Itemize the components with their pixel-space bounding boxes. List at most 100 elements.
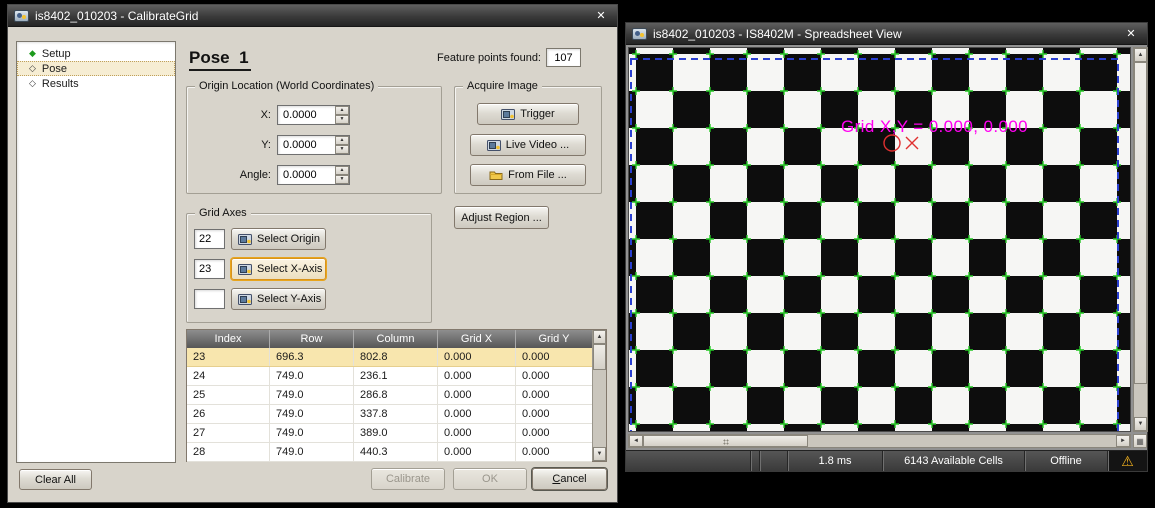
feature-points-label: Feature points found: — [405, 52, 541, 64]
spin-up-icon[interactable]: ▲ — [335, 136, 349, 145]
tree-label-setup: Setup — [42, 48, 71, 60]
cell-row: 749.0 — [270, 405, 354, 423]
calibrate-button: Calibrate — [371, 468, 445, 490]
ok-button: OK — [453, 468, 527, 490]
scroll-left-icon[interactable]: ◄ — [629, 435, 643, 447]
checkerboard-calibration-target — [629, 48, 1131, 432]
table-row[interactable]: 24 749.0 236.1 0.000 0.000 — [187, 367, 592, 386]
spin-up-icon[interactable]: ▲ — [335, 106, 349, 115]
grid-icon: ▦ — [1136, 437, 1144, 446]
camera-image[interactable]: Grid X,Y = 0.000, 0.000 — [628, 47, 1131, 432]
scrollbar-track — [808, 435, 1116, 447]
cell-grid-x: 0.000 — [438, 386, 516, 404]
calibrate-label: Calibrate — [386, 473, 430, 485]
cell-index: 24 — [187, 367, 270, 385]
cell-row: 749.0 — [270, 386, 354, 404]
cell-grid-y: 0.000 — [516, 367, 592, 385]
scrollbar-track — [1134, 384, 1147, 417]
tree-label-results: Results — [42, 78, 79, 90]
spin-down-icon[interactable]: ▼ — [335, 145, 349, 154]
from-file-button[interactable]: From File ... — [470, 164, 586, 186]
col-header-grid-x: Grid X — [438, 330, 516, 348]
status-available-cells: 6143 Available Cells — [882, 451, 1024, 471]
table-header: Index Row Column Grid X Grid Y — [187, 330, 592, 348]
scroll-down-icon[interactable]: ▼ — [1134, 417, 1147, 431]
cell-row: 749.0 — [270, 443, 354, 461]
adjust-region-button[interactable]: Adjust Region ... — [454, 206, 549, 229]
view-title: is8402_010203 - IS8402M - Spreadsheet Vi… — [653, 27, 1115, 41]
clear-all-button[interactable]: Clear All — [19, 469, 92, 490]
table-row[interactable]: 27 749.0 389.0 0.000 0.000 — [187, 424, 592, 443]
table-row[interactable]: 23 696.3 802.8 0.000 0.000 — [187, 348, 592, 367]
cell-grid-y: 0.000 — [516, 424, 592, 442]
sidebar-item-setup[interactable]: ◆ Setup — [17, 46, 175, 61]
camera-icon — [501, 108, 515, 120]
steps-tree: ◆ Setup ◇ Pose ◇ Results — [16, 41, 176, 463]
origin-index-input[interactable] — [195, 230, 224, 248]
scrollbar-thumb[interactable] — [643, 435, 808, 447]
scroll-up-icon[interactable]: ▲ — [593, 330, 606, 344]
select-origin-label: Select Origin — [257, 233, 320, 245]
grid-xy-readout: Grid X,Y = 0.000, 0.000 — [841, 117, 1028, 137]
close-icon[interactable]: ✕ — [591, 8, 611, 24]
table-row[interactable]: 28 749.0 440.3 0.000 0.000 — [187, 443, 592, 462]
close-icon[interactable]: ✕ — [1121, 26, 1141, 42]
table-scrollbar[interactable]: ▲ ▼ — [592, 330, 606, 461]
tree-label-pose: Pose — [42, 63, 67, 75]
cancel-label: Cancel — [552, 473, 586, 485]
cell-column: 802.8 — [354, 348, 438, 366]
scrollbar-thumb[interactable] — [593, 344, 606, 370]
scroll-right-icon[interactable]: ► — [1116, 435, 1130, 447]
dialog-body: ◆ Setup ◇ Pose ◇ Results Pose 1 Feature … — [8, 27, 617, 502]
select-origin-button[interactable]: Select Origin — [231, 228, 326, 250]
x-field: ▲ ▼ — [277, 105, 350, 125]
cell-grid-y: 0.000 — [516, 443, 592, 461]
grid-view-corner-button[interactable]: ▦ — [1133, 434, 1147, 448]
sidebar-item-results[interactable]: ◇ Results — [17, 76, 175, 91]
trigger-button[interactable]: Trigger — [477, 103, 579, 125]
camera-icon — [238, 263, 252, 275]
warning-icon: ⚠ — [1121, 454, 1134, 468]
x-axis-index-input[interactable] — [195, 260, 224, 278]
acquire-group-title: Acquire Image — [463, 80, 542, 92]
view-titlebar[interactable]: is8402_010203 - IS8402M - Spreadsheet Vi… — [626, 23, 1147, 45]
cell-row: 749.0 — [270, 367, 354, 385]
table-row[interactable]: 25 749.0 286.8 0.000 0.000 — [187, 386, 592, 405]
spin-down-icon[interactable]: ▼ — [335, 115, 349, 124]
camera-icon — [487, 139, 501, 151]
status-segment — [750, 451, 759, 471]
select-x-axis-button[interactable]: Select X-Axis — [231, 258, 326, 280]
calibrate-grid-dialog: is8402_010203 - CalibrateGrid ✕ ◆ Setup … — [7, 4, 618, 503]
x-spinner: ▲ ▼ — [335, 106, 349, 124]
angle-label: Angle: — [187, 169, 271, 181]
live-video-button[interactable]: Live Video ... — [470, 134, 586, 156]
status-spacer — [626, 451, 750, 471]
image-horizontal-scrollbar[interactable]: ◄ ► — [628, 434, 1131, 448]
spin-down-icon[interactable]: ▼ — [335, 175, 349, 184]
feature-points-table: Index Row Column Grid X Grid Y 23 696.3 … — [186, 329, 607, 462]
cell-grid-x: 0.000 — [438, 348, 516, 366]
grid-axes-title: Grid Axes — [195, 207, 251, 219]
status-warning[interactable]: ⚠ — [1107, 451, 1147, 471]
scrollbar-thumb[interactable] — [1134, 62, 1147, 384]
image-vertical-scrollbar[interactable]: ▲ ▼ — [1133, 47, 1148, 432]
camera-icon — [238, 293, 252, 305]
live-video-label: Live Video ... — [506, 139, 569, 151]
cancel-button[interactable]: Cancel — [532, 468, 607, 490]
table-row[interactable]: 26 749.0 337.8 0.000 0.000 — [187, 405, 592, 424]
sidebar-item-pose[interactable]: ◇ Pose — [17, 61, 175, 76]
spreadsheet-view-window: is8402_010203 - IS8402M - Spreadsheet Vi… — [625, 22, 1148, 472]
y-axis-index-input[interactable] — [195, 290, 224, 308]
select-y-axis-button[interactable]: Select Y-Axis — [231, 288, 326, 310]
feature-point-markers — [629, 48, 1131, 432]
scroll-down-icon[interactable]: ▼ — [593, 447, 606, 461]
scroll-up-icon[interactable]: ▲ — [1134, 48, 1147, 62]
dialog-titlebar[interactable]: is8402_010203 - CalibrateGrid ✕ — [8, 5, 617, 27]
spin-up-icon[interactable]: ▲ — [335, 166, 349, 175]
cell-index: 26 — [187, 405, 270, 423]
cell-grid-x: 0.000 — [438, 405, 516, 423]
angle-spinner: ▲ ▼ — [335, 166, 349, 184]
angle-field: ▲ ▼ — [277, 165, 350, 185]
ok-label: OK — [482, 473, 498, 485]
cell-row: 749.0 — [270, 424, 354, 442]
